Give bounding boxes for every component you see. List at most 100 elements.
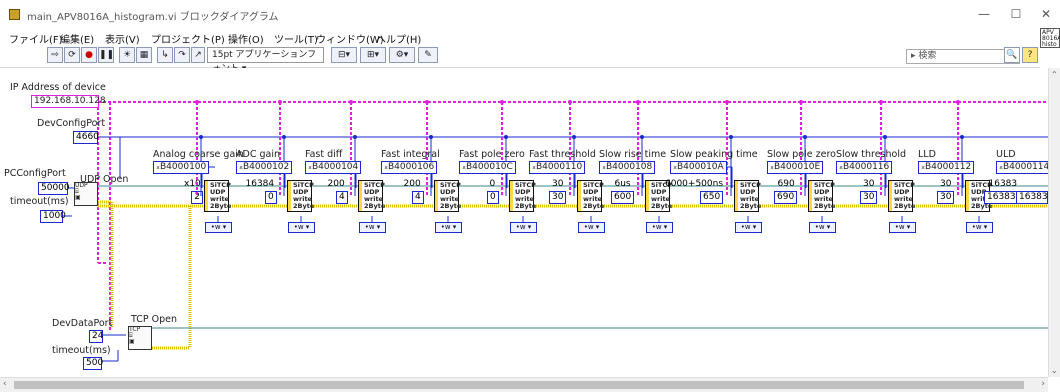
uld-value-control[interactable]: 16383 [1016, 191, 1048, 204]
param-display-label: 6us [614, 179, 631, 189]
register-address-constant[interactable]: ₓB400010C [459, 161, 516, 174]
reorder-icon[interactable]: ⚙▾ [389, 47, 415, 63]
param-value-control[interactable]: 16383 [984, 191, 1019, 204]
search-input[interactable]: ▸ 検索 [906, 49, 1020, 64]
run-arrow-icon[interactable]: ⇨ [47, 47, 63, 63]
scroll-left-icon[interactable]: ‹ [3, 379, 7, 389]
sitcp-udp-write-subvi[interactable]: SiTCP UDP write 2Byte [204, 180, 231, 212]
register-address-constant[interactable]: ₓB4000100 [153, 161, 210, 174]
menu-edit[interactable]: 編集(E) [60, 31, 94, 46]
step-out-icon[interactable]: ↗ [191, 47, 205, 63]
labview-app-icon [9, 9, 20, 20]
step-into-icon[interactable]: ↳ [157, 47, 173, 63]
register-address-constant[interactable]: ₓB4000110 [529, 161, 586, 174]
register-address-constant[interactable]: ₓB4000106 [381, 161, 438, 174]
menu-bar: ファイル(F) 編集(E) 表示(V) プロジェクト(P) 操作(O) ツール(… [0, 28, 1060, 46]
write-mode-enum[interactable]: •w ▾ [359, 222, 386, 233]
menu-help[interactable]: ヘルプ(H) [376, 31, 421, 46]
param-name-label: ADC gain [236, 149, 280, 160]
param-name-label: Fast integral [381, 149, 440, 160]
vi-icon[interactable]: APV 8016A histo [1040, 28, 1060, 48]
param-display-label: 690 [777, 179, 795, 189]
register-address-constant[interactable]: ₓB4000116 [836, 161, 893, 174]
param-name-label: Slow threshold [836, 149, 907, 160]
param-value-control[interactable]: 0 [265, 191, 277, 204]
param-value-control[interactable]: 4 [412, 191, 424, 204]
register-address-constant[interactable]: ₓB4000114 [996, 161, 1048, 174]
sitcp-udp-write-subvi[interactable]: SiTCP UDP write 2Byte [808, 180, 835, 212]
param-display-label: 6000+500ns [665, 179, 724, 189]
block-diagram-canvas[interactable]: IP Address of device 192.168.10.128 DevC… [0, 68, 1048, 377]
param-display-label: 30 [863, 179, 875, 189]
close-button[interactable]: ✕ [1034, 6, 1058, 22]
param-value-control[interactable]: 600 [611, 191, 635, 204]
sitcp-udp-write-subvi[interactable]: SiTCP UDP write 2Byte [734, 180, 761, 212]
write-mode-enum[interactable]: •w ▾ [966, 222, 993, 233]
write-mode-enum[interactable]: •w ▾ [510, 222, 537, 233]
param-value-control[interactable]: 30 [549, 191, 567, 204]
param-value-control[interactable]: 30 [937, 191, 955, 204]
param-display-label: 0 [489, 179, 496, 189]
write-mode-enum[interactable]: •w ▾ [205, 222, 232, 233]
distribute-objects-icon[interactable]: ⊞▾ [360, 47, 386, 63]
menu-file[interactable]: ファイル(F) [9, 31, 63, 46]
step-over-icon[interactable]: ↷ [174, 47, 190, 63]
write-mode-enum[interactable]: •w ▾ [435, 222, 462, 233]
register-address-constant[interactable]: ₓB4000104 [305, 161, 362, 174]
sitcp-udp-write-subvi[interactable]: SiTCP UDP write 2Byte [577, 180, 604, 212]
param-value-control[interactable]: 690 [774, 191, 798, 204]
param-display-label: 16383 [988, 179, 1018, 189]
horizontal-scroll-thumb[interactable] [14, 381, 1024, 389]
retain-wire-values-icon[interactable]: ▦ [136, 47, 152, 63]
param-value-control[interactable]: 30 [860, 191, 878, 204]
sitcp-udp-write-subvi[interactable]: SiTCP UDP write 2Byte [287, 180, 314, 212]
scroll-right-icon[interactable]: › [1041, 379, 1045, 389]
param-value-control[interactable]: 4 [336, 191, 348, 204]
font-select[interactable]: 15pt アプリケーションフォント ▾ [207, 47, 324, 74]
param-display-label: 30 [940, 179, 952, 189]
param-name-label: Fast diff [305, 149, 343, 160]
minimize-button[interactable]: — [972, 6, 996, 22]
sitcp-udp-write-subvi[interactable]: SiTCP UDP write 2Byte [358, 180, 385, 212]
param-value-control[interactable]: 650 [700, 191, 724, 204]
vertical-scrollbar[interactable]: ⌃ ⌄ [1048, 68, 1060, 377]
write-mode-enum[interactable]: •w ▾ [578, 222, 605, 233]
search-icon[interactable]: 🔍 [1004, 47, 1020, 63]
param-name-label: Slow rise time [599, 149, 667, 160]
param-name-label: ULD [996, 149, 1016, 160]
abort-icon[interactable]: ● [81, 47, 97, 63]
menu-window[interactable]: ウィンドウ(W) [316, 31, 384, 46]
register-address-constant[interactable]: ₓB4000112 [918, 161, 975, 174]
menu-view[interactable]: 表示(V) [105, 31, 140, 46]
scroll-up-icon[interactable]: ⌃ [1051, 70, 1058, 79]
pause-icon[interactable]: ❚❚ [98, 47, 114, 63]
write-mode-enum[interactable]: •w ▾ [809, 222, 836, 233]
write-mode-enum[interactable]: •w ▾ [889, 222, 916, 233]
register-address-constant[interactable]: ₓB400010E [767, 161, 824, 174]
run-continuously-icon[interactable]: ⟳ [64, 47, 80, 63]
register-address-constant[interactable]: ₓB400010A [670, 161, 727, 174]
sitcp-udp-write-subvi[interactable]: SiTCP UDP write 2Byte [509, 180, 536, 212]
write-mode-enum[interactable]: •w ▾ [288, 222, 315, 233]
param-value-control[interactable]: 0 [487, 191, 499, 204]
cleanup-diagram-icon[interactable]: ✎ [418, 47, 438, 63]
param-name-label: Slow pole zero [767, 149, 836, 160]
horizontal-scrollbar[interactable]: ‹ › [0, 377, 1048, 392]
highlight-execution-icon[interactable]: ☀ [119, 47, 135, 63]
param-display-label: 30 [552, 179, 564, 189]
scroll-down-icon[interactable]: ⌄ [1051, 366, 1058, 375]
register-address-constant[interactable]: ₓB4000108 [599, 161, 656, 174]
maximize-button[interactable]: ☐ [1004, 6, 1028, 22]
align-objects-icon[interactable]: ⊟▾ [331, 47, 357, 63]
menu-operate[interactable]: 操作(O) [228, 31, 264, 46]
sitcp-udp-write-subvi[interactable]: SiTCP UDP write 2Byte [888, 180, 915, 212]
write-mode-enum[interactable]: •w ▾ [646, 222, 673, 233]
param-display-label: 200 [403, 179, 421, 189]
write-mode-enum[interactable]: •w ▾ [735, 222, 762, 233]
context-help-icon[interactable]: ? [1022, 47, 1038, 63]
param-name-label: LLD [918, 149, 936, 160]
register-address-constant[interactable]: ₓB4000102 [236, 161, 293, 174]
menu-project[interactable]: プロジェクト(P) [151, 31, 225, 46]
sitcp-udp-write-subvi[interactable]: SiTCP UDP write 2Byte [434, 180, 461, 212]
menu-tools[interactable]: ツール(T) [274, 31, 318, 46]
